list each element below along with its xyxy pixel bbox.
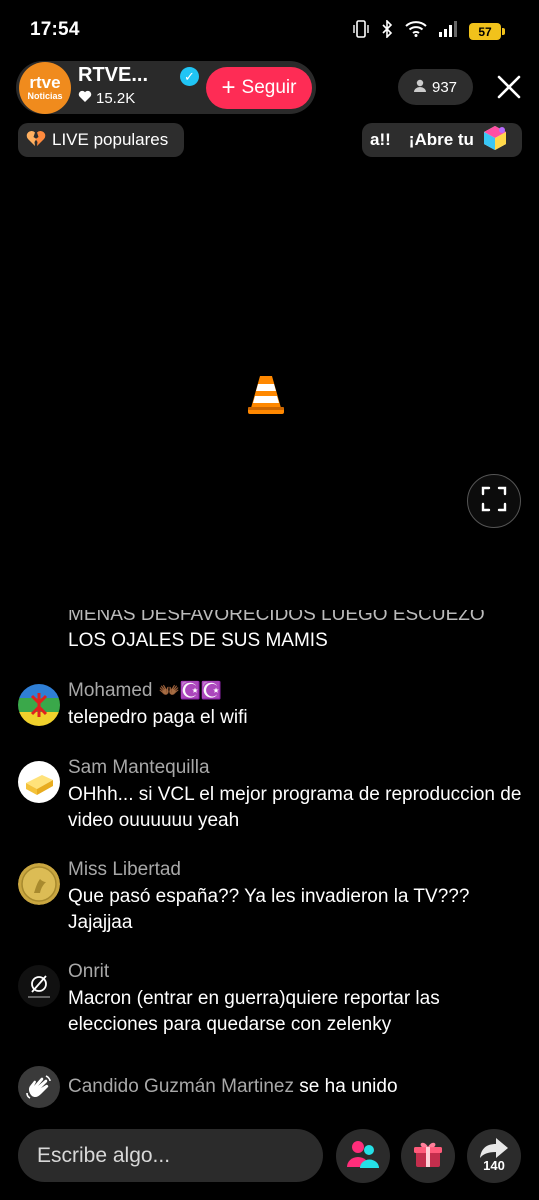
promo-text-a: a!! <box>370 130 391 149</box>
chat-message-header: Mohamed 👐🏾☪️☪️ <box>68 680 222 702</box>
chat-partial-line: LOS OJALES DE SUS MAMIS <box>68 630 328 651</box>
vlc-cone-icon <box>247 372 285 421</box>
vibrate-icon <box>353 20 369 43</box>
status-time: 17:54 <box>30 19 80 40</box>
host-likes-count: 15.2K <box>96 90 136 107</box>
chat-username[interactable]: Mohamed <box>68 680 153 702</box>
live-popular-button[interactable]: LIVE populares <box>18 123 184 157</box>
host-likes: 15.2K <box>78 90 135 107</box>
host-avatar[interactable]: rtve Noticias <box>19 62 71 114</box>
promo-cube-icon <box>480 123 510 157</box>
fullscreen-icon <box>481 486 507 517</box>
viewer-count-button[interactable]: 937 <box>398 69 473 105</box>
plus-icon: + <box>221 74 236 101</box>
guests-icon <box>346 1139 380 1174</box>
host-avatar-line2: Noticias <box>27 90 63 101</box>
user-avatar[interactable] <box>18 965 60 1007</box>
promo-text-b: ¡Abre tu <box>408 130 474 149</box>
host-avatar-line1: rtve <box>29 72 61 92</box>
comment-input[interactable] <box>18 1129 323 1182</box>
wave-icon <box>18 1066 60 1108</box>
share-button[interactable]: 140 <box>467 1129 521 1183</box>
battery-icon: 57 <box>469 23 505 40</box>
user-avatar[interactable] <box>18 761 60 803</box>
user-icon <box>413 79 426 96</box>
user-avatar[interactable] <box>18 684 60 726</box>
joined-text: se ha unido <box>299 1076 398 1097</box>
joined-notice: Candido Guzmán Martinez se ha unido <box>68 1076 398 1098</box>
live-popular-label: LIVE populares <box>52 130 169 149</box>
host-name[interactable]: RTVE... <box>78 64 148 87</box>
chat-username[interactable]: Onrit <box>68 961 109 983</box>
heart-icon <box>78 90 92 107</box>
guests-button[interactable] <box>336 1129 390 1183</box>
signal-icon <box>439 21 457 42</box>
gift-button[interactable] <box>401 1129 455 1183</box>
close-icon[interactable] <box>492 70 526 104</box>
promo-banner[interactable]: a!! ¡Abre tu <box>362 123 522 157</box>
chat-partial-line: MENAS DESFAVORECIDOS LUEGO ESCUEZO <box>68 604 485 625</box>
broken-heart-icon <box>26 129 46 152</box>
viewer-count: 937 <box>431 78 458 96</box>
chat-message-text: Que pasó españa?? Ya les invadieron la T… <box>68 886 470 933</box>
follow-label: Seguir <box>241 77 297 98</box>
fullscreen-button[interactable] <box>467 474 521 528</box>
chat-message-text: telepedro paga el wifi <box>68 707 248 728</box>
chat-message-text: Macron (entrar en guerra)quiere reportar… <box>68 988 440 1035</box>
user-avatar[interactable] <box>18 863 60 905</box>
bluetooth-icon <box>381 19 393 43</box>
verified-badge-icon: ✓ <box>180 67 199 86</box>
follow-button[interactable]: + Seguir <box>206 67 312 109</box>
joined-username[interactable]: Candido Guzmán Martinez <box>68 1076 294 1097</box>
share-count: 140 <box>483 1158 505 1173</box>
gift-icon <box>413 1139 443 1174</box>
chat-username[interactable]: Miss Libertad <box>68 859 181 881</box>
chat-message-text: OHhh... si VCL el mejor programa de repr… <box>68 784 522 831</box>
wifi-icon <box>405 21 427 42</box>
status-icons: 57 <box>353 19 505 43</box>
username-emoji: 👐🏾☪️☪️ <box>158 681 223 700</box>
chat-username[interactable]: Sam Mantequilla <box>68 757 210 779</box>
